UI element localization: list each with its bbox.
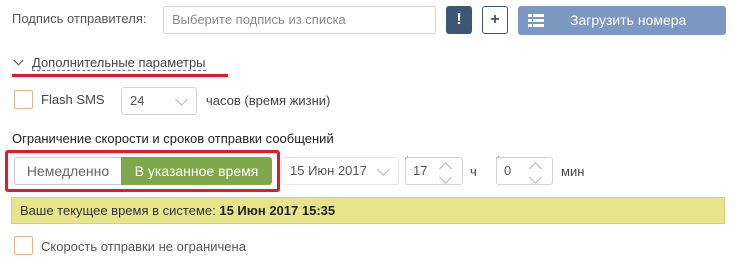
add-button[interactable]: + xyxy=(482,6,508,34)
flash-hours-value: 24 xyxy=(130,93,145,108)
table-icon xyxy=(528,14,544,27)
speed-unlimited-checkbox[interactable] xyxy=(14,236,33,255)
chevron-down-icon[interactable] xyxy=(439,171,452,184)
hour-stepper[interactable]: 17 xyxy=(405,157,463,185)
sender-label: Подпись отправителя: xyxy=(12,11,147,26)
mode-scheduled-tab[interactable]: В указанное время xyxy=(121,157,272,185)
minute-stepper[interactable]: 0 xyxy=(496,157,553,185)
sender-signature-select[interactable]: Выберите подпись из списка xyxy=(163,6,436,34)
speed-unlimited-label: Скорость отправки не ограничена xyxy=(41,239,246,254)
advanced-params-toggle[interactable]: Дополнительные параметры xyxy=(12,54,228,77)
exclamation-icon: ! xyxy=(456,11,462,28)
send-date-select[interactable]: 15 Июн 2017 xyxy=(281,157,399,185)
alert-button[interactable]: ! xyxy=(446,6,472,34)
limits-title: Ограничение скорости и сроков отправки с… xyxy=(12,131,334,146)
mode-immediate-tab[interactable]: Немедленно xyxy=(14,157,121,185)
send-date-value: 15 Июн 2017 xyxy=(290,163,367,178)
hour-value: 17 xyxy=(413,163,428,178)
hour-unit: ч xyxy=(470,164,477,179)
system-time-prefix: Ваше текущее время в системе: xyxy=(20,203,216,218)
plus-icon: + xyxy=(490,11,500,28)
system-time-value: 15 Июн 2017 15:35 xyxy=(219,203,336,218)
upload-numbers-button[interactable]: Загрузить номера xyxy=(518,6,726,35)
flash-hours-suffix: часов (время жизни) xyxy=(206,93,331,108)
chevron-down-icon xyxy=(377,163,390,176)
upload-numbers-label: Загрузить номера xyxy=(570,12,687,28)
system-time-bar: Ваше текущее время в системе: 15 Июн 201… xyxy=(11,197,725,224)
chevron-down-icon[interactable] xyxy=(529,171,542,184)
chevron-down-icon xyxy=(13,55,24,66)
advanced-params-label: Дополнительные параметры xyxy=(32,55,206,71)
chevron-down-icon xyxy=(175,93,188,106)
mode-scheduled-label: В указанное время xyxy=(134,163,259,179)
mode-immediate-label: Немедленно xyxy=(26,163,110,179)
minute-unit: мин xyxy=(561,164,585,179)
minute-value: 0 xyxy=(504,163,512,178)
flash-sms-label: Flash SMS xyxy=(41,92,105,107)
flash-hours-select[interactable]: 24 xyxy=(121,87,197,115)
flash-sms-checkbox[interactable] xyxy=(14,90,33,109)
